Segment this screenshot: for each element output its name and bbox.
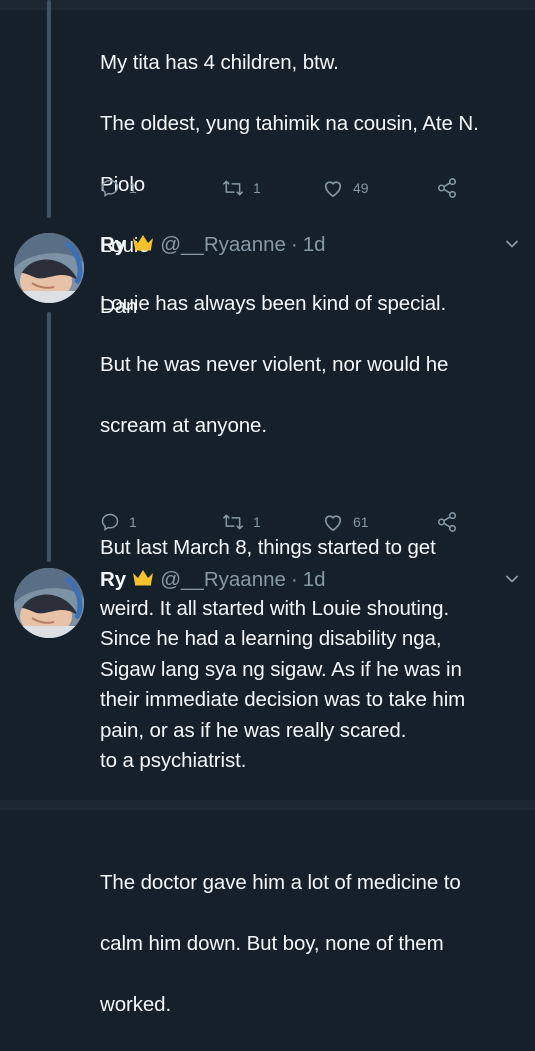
retweet-button[interactable]: 1 (222, 176, 261, 200)
tweet-2-actions: 1 1 61 (100, 510, 500, 534)
tweet-line: scream at anyone. (100, 413, 267, 437)
reply-count: 1 (129, 514, 137, 530)
tweet-3-header: Ry @__Ryaanne · 1d (100, 565, 326, 595)
display-name[interactable]: Ry (100, 565, 126, 595)
retweet-count: 1 (253, 180, 261, 196)
tweet-line: calm him down. But boy, none of them (100, 931, 444, 955)
tweet-line: to a psychiatrist. (100, 748, 247, 772)
reply-button[interactable]: 1 (100, 176, 137, 200)
tweet-line: Louie has always been kind of special. (100, 291, 447, 315)
retweet-icon (222, 178, 244, 198)
tweet-line: But he was never violent, nor would he (100, 352, 449, 376)
handle[interactable]: @__Ryaanne (160, 230, 286, 260)
crown-icon (132, 565, 154, 595)
heart-icon (322, 178, 344, 198)
chevron-down-icon[interactable] (504, 571, 520, 587)
reply-icon (100, 178, 120, 198)
retweet-count: 1 (253, 514, 261, 530)
timestamp[interactable]: 1d (303, 565, 326, 595)
share-icon (436, 511, 458, 533)
top-edge (0, 0, 535, 10)
reply-count: 1 (129, 180, 137, 196)
tweet-line: worked. (100, 992, 172, 1016)
tweet-3-text: Since he had a learning disability nga, … (100, 593, 520, 1051)
tweet-line: Since he had a learning disability nga, (100, 626, 442, 650)
reply-icon (100, 512, 120, 532)
display-name[interactable]: Ry (100, 230, 126, 260)
separator-dot: · (290, 233, 298, 256)
tweet-line: But last March 8, things started to get (100, 535, 436, 559)
chevron-down-icon[interactable] (504, 236, 520, 252)
tweet-line: The oldest, yung tahimik na cousin, Ate … (100, 111, 479, 135)
tweet-line: The doctor gave him a lot of medicine to (100, 870, 461, 894)
avatar[interactable] (14, 568, 84, 638)
share-icon (436, 177, 458, 199)
like-button[interactable]: 49 (322, 176, 369, 200)
retweet-button[interactable]: 1 (222, 510, 261, 534)
separator-dot: · (290, 568, 298, 591)
handle[interactable]: @__Ryaanne (160, 565, 286, 595)
like-count: 49 (353, 180, 369, 196)
like-count: 61 (353, 514, 369, 530)
timestamp[interactable]: 1d (303, 230, 326, 260)
crown-icon (132, 230, 154, 260)
tweet-line: their immediate decision was to take him (100, 687, 466, 711)
avatar[interactable] (14, 233, 84, 303)
tweet-2-header: Ry @__Ryaanne · 1d (100, 230, 326, 260)
reply-button[interactable]: 1 (100, 510, 137, 534)
thread-line (47, 312, 51, 562)
tweet-line: My tita has 4 children, btw. (100, 50, 339, 74)
heart-icon (322, 512, 344, 532)
like-button[interactable]: 61 (322, 510, 369, 534)
share-button[interactable] (436, 510, 458, 534)
bottom-edge (0, 800, 535, 810)
retweet-icon (222, 512, 244, 532)
thread-line (47, 0, 51, 218)
tweet-1-actions: 1 1 49 (100, 176, 500, 200)
share-button[interactable] (436, 176, 458, 200)
